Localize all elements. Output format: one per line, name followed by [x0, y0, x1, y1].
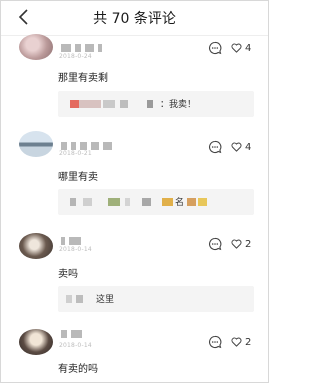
like-count: 4 — [245, 42, 252, 54]
comment-date: 2018-0-24 — [59, 53, 92, 60]
comment-text: 哪里有卖 — [58, 172, 98, 183]
heart-outline-icon — [231, 337, 242, 347]
reply-preview[interactable]: ：我卖！ — [58, 91, 254, 117]
comment-date: 2018-0-14 — [59, 342, 92, 349]
comment-text: 那里有卖剩 — [58, 73, 108, 84]
like-button[interactable]: 4 — [231, 41, 251, 55]
like-button[interactable]: 4 — [231, 140, 251, 154]
like-button[interactable]: 2 — [231, 335, 251, 349]
like-count: 4 — [245, 141, 252, 153]
comment-bubble-icon[interactable] — [208, 140, 222, 154]
username[interactable] — [61, 141, 112, 150]
username[interactable] — [61, 329, 82, 338]
username[interactable] — [61, 43, 102, 52]
comment-bubble-icon[interactable] — [208, 237, 222, 251]
page-title: 共 70 条评论 — [93, 11, 176, 27]
comment-text: 有卖的吗 — [58, 364, 98, 375]
like-count: 2 — [245, 238, 252, 250]
comment-text: 卖吗 — [58, 269, 78, 280]
reply-text: ：我卖！ — [160, 100, 197, 110]
avatar[interactable] — [19, 329, 53, 355]
comment-bubble-icon[interactable] — [208, 41, 222, 55]
heart-outline-icon — [231, 43, 242, 53]
avatar[interactable] — [19, 233, 53, 259]
reply-text: 这里 — [96, 295, 115, 305]
comment-bubble-icon[interactable] — [208, 335, 222, 349]
reply-preview[interactable]: 名 — [58, 189, 254, 215]
avatar[interactable] — [19, 34, 53, 60]
heart-outline-icon — [231, 239, 242, 249]
heart-outline-icon — [231, 142, 242, 152]
username[interactable] — [61, 236, 81, 245]
comment-page: 共 70 条评论 2018-0-24 4 那里有卖剩 ：我卖！ 2018-0-2… — [0, 0, 269, 383]
reply-text: 名 — [175, 198, 185, 208]
reply-preview[interactable]: 这里 — [58, 286, 254, 312]
comment-date: 2018-0-14 — [59, 246, 92, 253]
comment-date: 2018-0-21 — [59, 150, 92, 157]
like-count: 2 — [245, 336, 252, 348]
header-bar: 共 70 条评论 — [1, 1, 268, 36]
avatar[interactable] — [19, 131, 53, 157]
like-button[interactable]: 2 — [231, 237, 251, 251]
